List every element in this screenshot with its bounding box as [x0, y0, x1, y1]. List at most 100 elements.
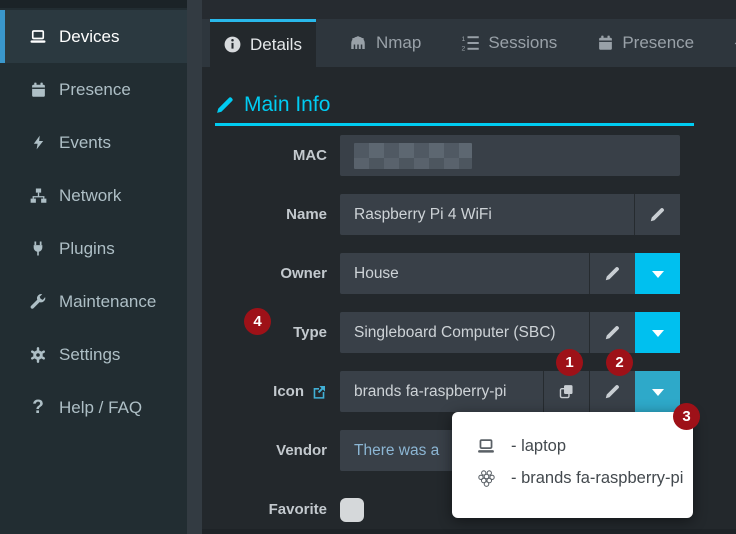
owner-edit-button[interactable]: [589, 253, 635, 294]
bolt-icon: [732, 34, 736, 52]
type-label: Type: [213, 324, 340, 341]
sidebar-item-devices[interactable]: Devices: [0, 10, 187, 63]
icon-dropdown-button[interactable]: [635, 371, 680, 412]
tab-label: Nmap: [376, 33, 421, 53]
owner-dropdown-button[interactable]: [635, 253, 680, 294]
annotation-badge-1: 1: [556, 349, 583, 376]
pencil-icon: [215, 95, 235, 115]
icon-value[interactable]: brands fa-raspberry-pi: [340, 371, 543, 412]
laptop-icon: [27, 27, 49, 47]
sidebar-item-label: Events: [59, 133, 111, 153]
sidebar-item-events[interactable]: Events: [0, 116, 187, 169]
field-row-icon: Icon brands fa-raspberry-pi: [213, 371, 736, 412]
sidebar-item-label: Network: [59, 186, 121, 206]
dropdown-option-raspberry-pi[interactable]: - brands fa-raspberry-pi: [474, 469, 693, 488]
icon-copy-button[interactable]: [543, 371, 589, 412]
laptop-icon: [474, 437, 498, 456]
favorite-label: Favorite: [213, 501, 340, 518]
sidebar-item-label: Devices: [59, 27, 119, 47]
type-edit-button[interactable]: [589, 312, 635, 353]
pencil-icon: [649, 206, 666, 223]
dropdown-option-label: - brands fa-raspberry-pi: [511, 469, 683, 488]
sidebar-header-edge: [0, 0, 187, 8]
main-info-header: Main Info: [215, 93, 694, 126]
owner-field: House: [340, 253, 680, 294]
device-tabbar: Details Nmap 12 Sessions Presence Events: [202, 19, 736, 67]
tab-events[interactable]: Events: [720, 19, 736, 67]
name-edit-button[interactable]: [634, 194, 680, 235]
type-value[interactable]: Singleboard Computer (SBC): [340, 312, 589, 353]
mac-value: [340, 135, 680, 176]
list-ol-icon: 12: [461, 34, 480, 52]
type-dropdown-button[interactable]: [635, 312, 680, 353]
tab-nmap[interactable]: Nmap: [336, 19, 433, 67]
field-row-mac: MAC: [213, 135, 736, 176]
nmap-dome-icon: [348, 34, 368, 52]
sidebar: Devices Presence Events Network Plugins …: [0, 0, 187, 534]
favorite-checkbox[interactable]: [340, 498, 364, 522]
external-link-icon[interactable]: [311, 384, 327, 400]
name-value[interactable]: Raspberry Pi 4 WiFi: [340, 194, 634, 235]
annotation-badge-4: 4: [244, 308, 271, 335]
raspberry-pi-icon: [474, 469, 498, 488]
name-label: Name: [213, 206, 340, 223]
annotation-badge-2: 2: [606, 349, 633, 376]
icon-dropdown-menu: - laptop - brands fa-raspberry-pi: [452, 412, 693, 518]
dropdown-option-label: - laptop: [511, 437, 566, 456]
pencil-icon: [604, 324, 621, 341]
annotation-badge-3: 3: [673, 403, 700, 430]
caret-down-icon: [652, 389, 664, 402]
caret-down-icon: [652, 271, 664, 284]
gear-icon: [27, 345, 49, 365]
field-row-name: Name Raspberry Pi 4 WiFi: [213, 194, 736, 235]
section-title: Main Info: [244, 93, 330, 117]
tab-label: Sessions: [488, 33, 557, 53]
svg-text:2: 2: [462, 46, 466, 53]
calendar-icon: [27, 80, 49, 100]
field-row-type: Type Singleboard Computer (SBC): [213, 312, 736, 353]
pencil-icon: [604, 265, 621, 282]
tab-label: Presence: [622, 33, 694, 53]
type-field: Singleboard Computer (SBC): [340, 312, 680, 353]
plug-icon: [27, 239, 49, 259]
icon-label-text: Icon: [273, 383, 304, 400]
mac-redacted-value: [354, 143, 472, 169]
svg-text:1: 1: [462, 36, 466, 43]
info-circle-icon: [223, 35, 242, 54]
sidebar-item-presence[interactable]: Presence: [0, 63, 187, 116]
question-icon: ?: [27, 398, 49, 418]
sidebar-item-settings[interactable]: Settings: [0, 328, 187, 381]
owner-value[interactable]: House: [340, 253, 589, 294]
panel-gutter: [187, 0, 202, 534]
sidebar-item-label: Plugins: [59, 239, 115, 259]
sidebar-item-plugins[interactable]: Plugins: [0, 222, 187, 275]
tab-presence[interactable]: Presence: [585, 19, 706, 67]
sidebar-item-label: Help / FAQ: [59, 398, 142, 418]
bolt-icon: [27, 133, 49, 153]
icon-field: brands fa-raspberry-pi: [340, 371, 680, 412]
sidebar-item-network[interactable]: Network: [0, 169, 187, 222]
mac-field: [340, 135, 680, 176]
field-row-owner: Owner House: [213, 253, 736, 294]
mac-label: MAC: [213, 147, 340, 164]
panel-top-band: [202, 0, 736, 19]
sidebar-item-label: Presence: [59, 80, 131, 100]
icon-edit-button[interactable]: [589, 371, 635, 412]
network-icon: [27, 186, 49, 206]
tab-sessions[interactable]: 12 Sessions: [449, 19, 569, 67]
pencil-icon: [604, 383, 621, 400]
tab-label: Details: [250, 35, 302, 55]
icon-label: Icon: [213, 383, 340, 400]
name-field: Raspberry Pi 4 WiFi: [340, 194, 680, 235]
vendor-label: Vendor: [213, 442, 340, 459]
sidebar-item-label: Maintenance: [59, 292, 156, 312]
copy-icon: [558, 383, 575, 400]
tab-details[interactable]: Details: [210, 19, 316, 67]
sidebar-item-help-faq[interactable]: ? Help / FAQ: [0, 381, 187, 434]
sidebar-item-maintenance[interactable]: Maintenance: [0, 275, 187, 328]
sidebar-item-label: Settings: [59, 345, 120, 365]
wrench-icon: [27, 292, 49, 312]
dropdown-option-laptop[interactable]: - laptop: [474, 437, 693, 456]
caret-down-icon: [652, 330, 664, 343]
calendar-icon: [597, 34, 614, 52]
